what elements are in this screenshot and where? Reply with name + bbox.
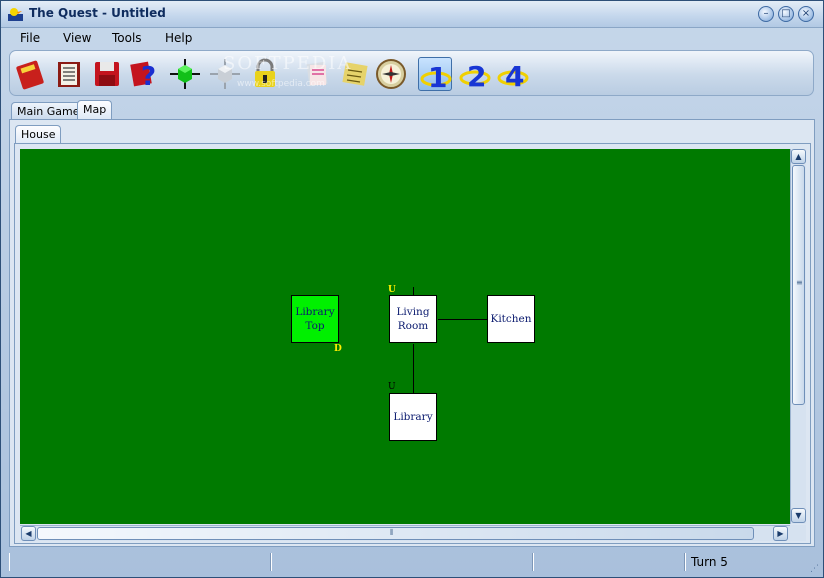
svg-text:4: 4 <box>505 60 524 91</box>
exit-up-mark-library: U <box>388 382 396 392</box>
tab-map[interactable]: Map <box>77 100 113 120</box>
save-game-button[interactable] <box>90 57 124 91</box>
close-icon: × <box>801 8 811 19</box>
four-direction-button[interactable]: 4 <box>496 57 530 93</box>
four-direction-icon: 4 <box>497 60 529 93</box>
room-library-top[interactable]: Library Top <box>291 295 339 343</box>
two-direction-button[interactable]: 2 <box>458 57 492 93</box>
tab-main-game[interactable]: Main Game <box>11 102 86 120</box>
scroll-left-button[interactable]: ◀ <box>21 526 36 541</box>
room-label: Kitchen <box>490 313 532 325</box>
horizontal-scrollbar[interactable]: ◀ ⦀ ▶ <box>20 525 790 541</box>
vertical-scroll-thumb[interactable]: ≡ <box>792 165 805 405</box>
arrow-right-icon: ▶ <box>777 529 784 538</box>
svg-text:2: 2 <box>467 60 486 91</box>
one-direction-icon: 1 <box>420 61 452 94</box>
scroll-right-button[interactable]: ▶ <box>773 526 788 541</box>
app-duck-icon <box>8 8 23 21</box>
scroll-up-button[interactable]: ▲ <box>791 149 806 164</box>
resize-grip-icon[interactable]: ⋰ <box>810 564 819 574</box>
turn-counter: Turn 5 <box>685 553 803 571</box>
app-window: The Quest - Untitled – □ × File View Too… <box>0 0 824 578</box>
green-cube-icon <box>170 59 200 89</box>
scroll-corner <box>790 525 806 541</box>
arrow-left-icon: ◀ <box>25 529 32 538</box>
maximize-icon: □ <box>781 8 791 19</box>
menu-tools[interactable]: Tools <box>112 31 142 45</box>
window-title: The Quest - Untitled <box>29 6 166 20</box>
help-button[interactable]: ? <box>128 57 162 92</box>
arrow-up-icon: ▲ <box>795 152 802 161</box>
minimize-button[interactable]: – <box>758 6 774 22</box>
maximize-button[interactable]: □ <box>778 6 794 22</box>
room-kitchen[interactable]: Kitchen <box>487 295 535 343</box>
room-living-room[interactable]: Living Room <box>389 295 437 343</box>
status-pane-3 <box>533 553 685 571</box>
status-pane-1 <box>9 553 271 571</box>
svg-text:1: 1 <box>428 61 447 92</box>
connector-living-library <box>413 344 414 394</box>
vertical-scrollbar[interactable]: ▲ ≡ ▼ <box>790 149 806 524</box>
new-game-button[interactable] <box>14 57 48 91</box>
room-library[interactable]: Library <box>389 393 437 441</box>
book-red-icon <box>16 60 44 90</box>
map-canvas[interactable]: Library Top Living Room Kitchen Library U … <box>20 149 790 524</box>
room-label: Living Room <box>396 306 430 332</box>
arrow-down-icon: ▼ <box>795 511 802 520</box>
room-label: Library <box>393 411 433 423</box>
help-question-icon: ? <box>130 61 156 92</box>
compass-button[interactable] <box>374 57 408 91</box>
one-direction-button[interactable]: 1 <box>418 57 452 94</box>
exit-down-mark: D <box>334 344 342 354</box>
horizontal-scroll-thumb[interactable]: ⦀ <box>37 527 754 540</box>
add-room-button[interactable] <box>168 57 202 91</box>
tab-house[interactable]: House <box>15 125 62 145</box>
title-bar[interactable]: The Quest - Untitled – □ × <box>1 1 823 28</box>
compass-icon <box>376 59 406 89</box>
watermark-url: www.softpedia.com <box>237 79 325 89</box>
scroll-down-button[interactable]: ▼ <box>791 508 806 523</box>
connector-living-kitchen <box>438 319 488 320</box>
two-direction-icon: 2 <box>459 60 491 93</box>
svg-text:?: ? <box>141 62 156 91</box>
status-bar: Turn 5 ⋰ <box>1 550 823 577</box>
floppy-save-icon <box>95 62 119 86</box>
close-button[interactable]: × <box>798 6 814 22</box>
open-game-button[interactable] <box>52 57 86 91</box>
menu-view[interactable]: View <box>63 31 91 45</box>
connector-living-up <box>413 287 414 295</box>
status-pane-2 <box>271 553 533 571</box>
menu-help[interactable]: Help <box>165 31 192 45</box>
exit-up-mark: U <box>388 285 396 295</box>
grip-icon: ⦀ <box>390 528 394 537</box>
minimize-icon: – <box>763 8 769 19</box>
toolbar: ? 1 2 4 <box>9 50 814 96</box>
menu-bar: File View Tools Help <box>1 28 823 50</box>
grip-icon: ≡ <box>796 278 803 287</box>
watermark-logo: SOFTPEDIA <box>223 53 353 74</box>
room-label: Library Top <box>295 306 335 332</box>
open-book-icon <box>58 62 80 87</box>
menu-file[interactable]: File <box>20 31 40 45</box>
